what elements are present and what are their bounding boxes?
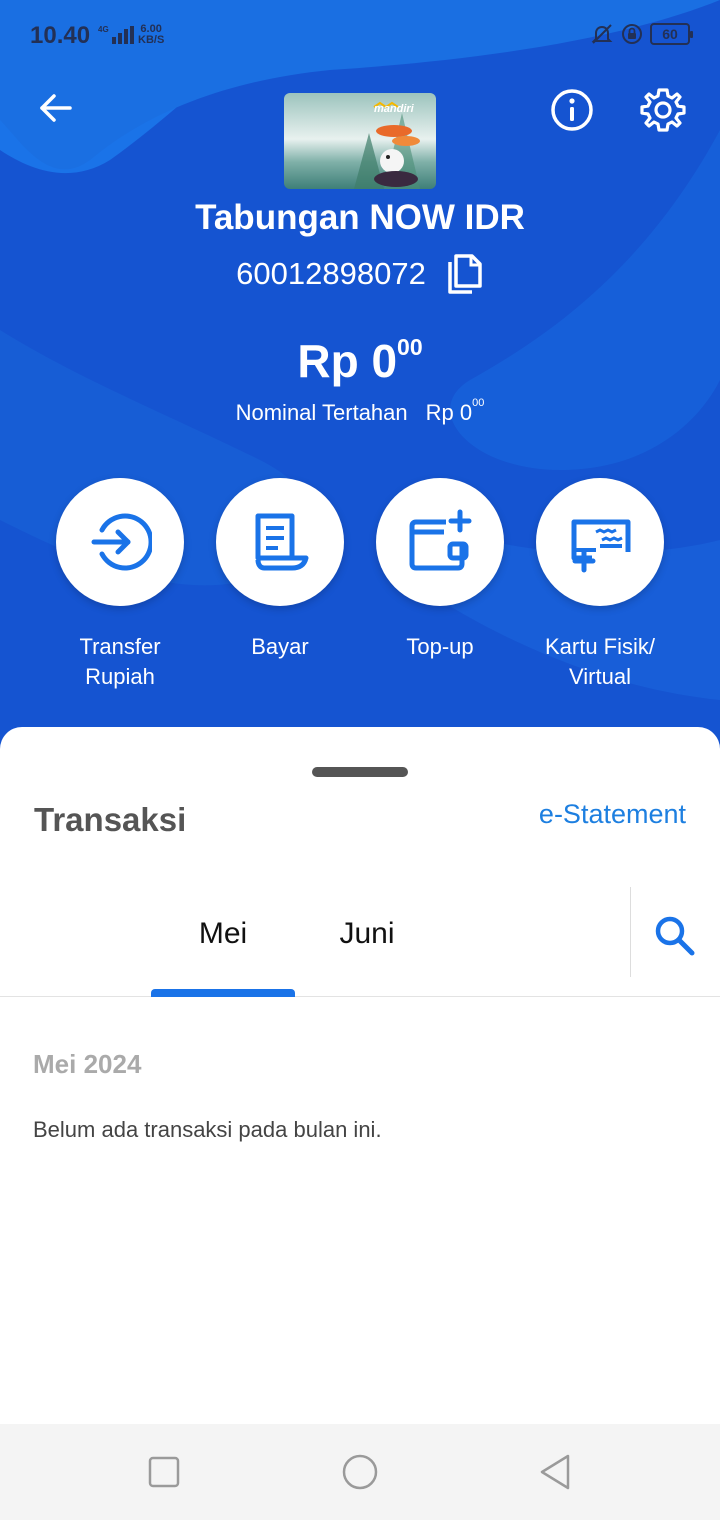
held-label: Nominal Tertahan	[235, 400, 408, 425]
balance-cents: 00	[397, 333, 423, 360]
signal-icon	[112, 26, 134, 44]
status-bar: 10.40 4G 6.00 KB/S 60	[0, 0, 720, 72]
info-icon	[551, 89, 593, 131]
action-kartu[interactable]: Kartu Fisik/ Virtual	[520, 478, 680, 692]
action-bayar-label: Bayar	[251, 634, 309, 659]
tab-juni[interactable]: Juni	[295, 917, 439, 951]
tab-divider	[630, 887, 631, 977]
bill-icon	[255, 513, 309, 571]
transaction-sheet: Transaksi e-Statement Mei Juni Mei 2024 …	[0, 727, 720, 1424]
network-type: 4G	[98, 25, 109, 34]
home-icon[interactable]	[340, 1452, 380, 1492]
wallet-add-icon	[409, 509, 472, 571]
quick-actions: Transfer Rupiah Bayar Top-up Kartu Fisik…	[40, 478, 680, 692]
action-kartu-circle[interactable]	[536, 478, 664, 606]
month-heading: Mei 2024	[33, 1049, 142, 1079]
rotation-lock-icon	[622, 24, 642, 44]
info-button[interactable]	[548, 86, 596, 134]
action-topup[interactable]: Top-up	[360, 478, 520, 692]
back-button[interactable]	[34, 86, 78, 130]
account-header: 10.40 4G 6.00 KB/S 60 mandiri Tabungan N…	[0, 0, 720, 760]
arrow-left-icon	[40, 94, 72, 122]
transfer-icon	[91, 513, 152, 571]
action-bayar[interactable]: Bayar	[200, 478, 360, 692]
search-icon[interactable]	[652, 913, 698, 959]
network-speed: 6.00 KB/S	[138, 24, 164, 46]
system-navigation-bar	[0, 1424, 720, 1520]
settings-button[interactable]	[639, 86, 687, 134]
battery-indicator: 60	[650, 23, 693, 45]
status-indicators: 60	[590, 22, 693, 46]
action-bayar-circle[interactable]	[216, 478, 344, 606]
debit-card-thumbnail[interactable]: mandiri	[284, 93, 436, 189]
copy-icon[interactable]	[444, 252, 484, 296]
held-amount: Nominal Tertahan Rp 000	[0, 396, 720, 426]
held-cents: 00	[472, 396, 485, 409]
action-transfer-rupiah[interactable]: Transfer Rupiah	[40, 478, 200, 692]
account-number-row: 60012898072	[0, 252, 720, 296]
empty-transactions-message: Belum ada transaksi pada bulan ini.	[33, 1117, 382, 1142]
status-time: 10.40	[30, 22, 91, 49]
action-kartu-label: Kartu Fisik/ Virtual	[544, 634, 656, 689]
account-number: 60012898072	[236, 256, 426, 291]
account-name: Tabungan NOW IDR	[195, 198, 525, 237]
held-value: Rp 0	[425, 400, 473, 425]
sheet-drag-handle[interactable]	[312, 767, 408, 777]
network-speed-unit: KB/S	[138, 34, 165, 46]
card-brand-logo: mandiri	[374, 103, 414, 115]
mute-bell-icon	[591, 24, 613, 44]
action-transfer-circle[interactable]	[56, 478, 184, 606]
action-transfer-label: Transfer Rupiah	[79, 634, 161, 689]
back-nav-icon[interactable]	[536, 1452, 576, 1492]
card-add-icon	[571, 519, 631, 573]
transactions-title: Transaksi	[34, 801, 187, 838]
balance-amount: Rp 0	[297, 335, 398, 387]
action-topup-label: Top-up	[406, 634, 474, 659]
tab-mei[interactable]: Mei	[151, 917, 295, 951]
month-tabs: Mei Juni	[0, 887, 720, 997]
balance: Rp 000	[0, 334, 720, 388]
action-topup-circle[interactable]	[376, 478, 504, 606]
active-tab-indicator	[151, 989, 295, 997]
gear-icon	[640, 88, 686, 132]
recent-apps-icon[interactable]	[144, 1452, 184, 1492]
estatement-link[interactable]: e-Statement	[539, 799, 686, 830]
